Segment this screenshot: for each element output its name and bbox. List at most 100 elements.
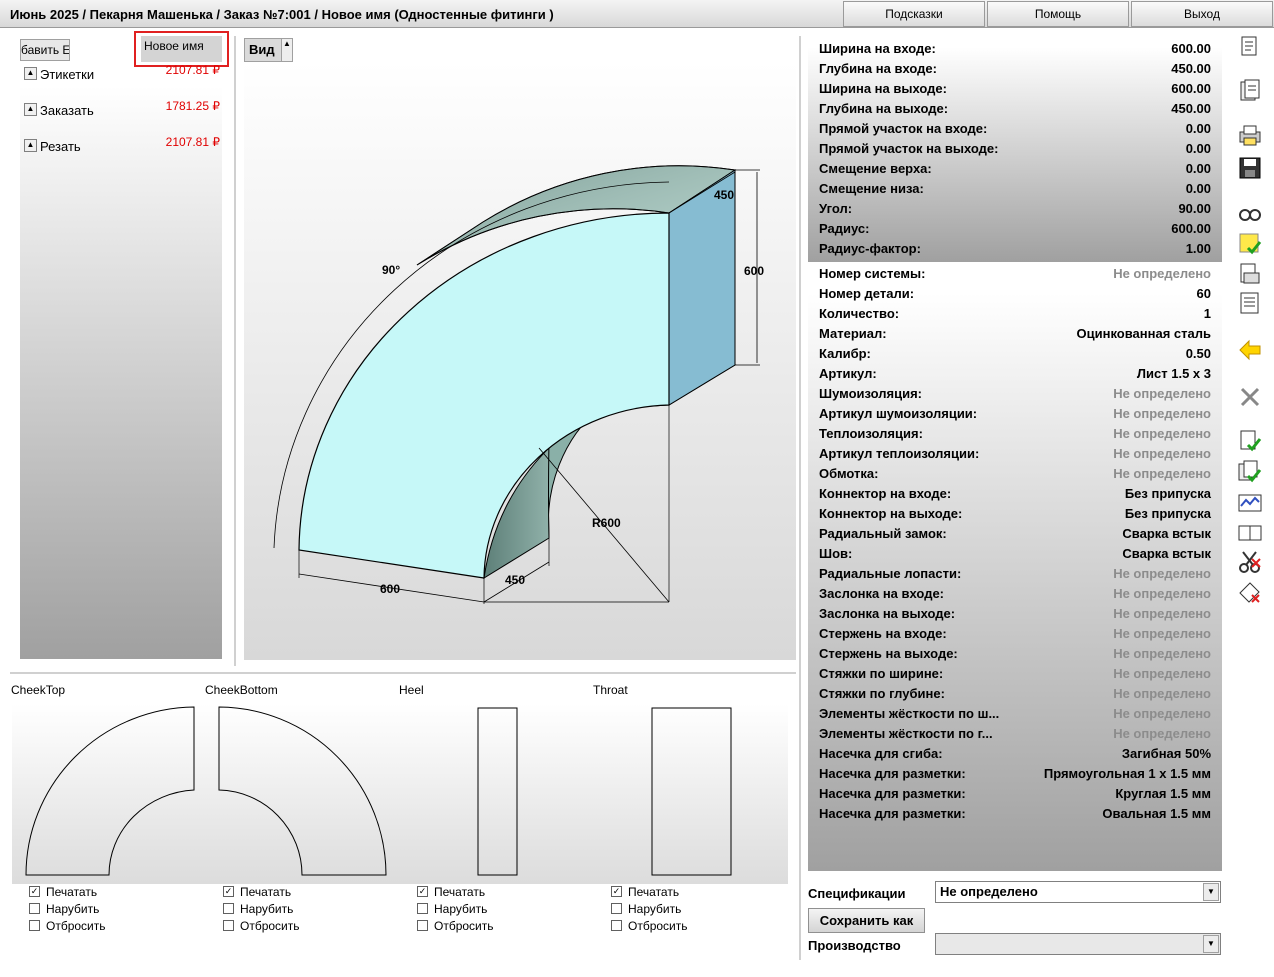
chart-icon[interactable] xyxy=(1236,490,1264,516)
checkbox-box[interactable] xyxy=(223,920,234,931)
expand-arrow-icon[interactable]: ▲ xyxy=(24,139,37,152)
property-value[interactable]: Не определено xyxy=(1113,466,1211,481)
property-value[interactable]: Сварка встык xyxy=(1122,546,1211,561)
checkbox-box[interactable] xyxy=(611,903,622,914)
checkbox-box[interactable] xyxy=(611,920,622,931)
property-value[interactable]: Круглая 1.5 мм xyxy=(1115,786,1211,801)
property-value[interactable]: 600.00 xyxy=(1171,221,1211,236)
property-value[interactable]: 0.00 xyxy=(1186,141,1211,156)
property-key: Стяжки по ширине: xyxy=(819,666,944,681)
eraser-icon[interactable] xyxy=(1236,579,1264,605)
property-value[interactable]: 0.00 xyxy=(1186,161,1211,176)
name-tab[interactable]: Новое имя xyxy=(141,36,222,62)
property-value[interactable]: 90.00 xyxy=(1178,201,1211,216)
pattern-divider[interactable] xyxy=(10,672,796,674)
checkbox-box[interactable]: ✓ xyxy=(611,886,622,897)
specs-dropdown[interactable]: Не определено ▼ xyxy=(935,881,1221,903)
property-value[interactable]: 1.00 xyxy=(1186,241,1211,256)
list-item-cut[interactable]: ▲ Резать 2107.81 ₽ xyxy=(24,135,222,154)
property-value[interactable]: Не определено xyxy=(1113,686,1211,701)
list-item-order[interactable]: ▲ Заказать 1781.25 ₽ xyxy=(24,99,222,118)
back-arrow-icon[interactable] xyxy=(1236,337,1264,363)
property-value[interactable]: Оцинкованная сталь xyxy=(1077,326,1211,341)
checkbox-box[interactable] xyxy=(417,920,428,931)
checkbox-box[interactable] xyxy=(223,903,234,914)
exit-button[interactable]: Выход xyxy=(1131,1,1273,27)
property-value[interactable]: Не определено xyxy=(1113,666,1211,681)
property-value[interactable]: 0.00 xyxy=(1186,181,1211,196)
property-value[interactable]: 0.00 xyxy=(1186,121,1211,136)
help-button[interactable]: Помощь xyxy=(987,1,1129,27)
property-value[interactable]: Без припуска xyxy=(1125,506,1211,521)
checkbox-box[interactable] xyxy=(417,903,428,914)
document-icon[interactable] xyxy=(1236,290,1264,316)
property-value[interactable]: 0.50 xyxy=(1186,346,1211,361)
view-scroll-icon[interactable]: ▲ xyxy=(281,39,292,61)
expand-arrow-icon[interactable]: ▲ xyxy=(24,103,37,116)
property-key: Артикул шумоизоляции: xyxy=(819,406,978,421)
checkbox-box[interactable]: ✓ xyxy=(223,886,234,897)
book-icon[interactable] xyxy=(1236,520,1264,546)
property-value[interactable]: 1 xyxy=(1204,306,1211,321)
panel-divider[interactable] xyxy=(234,36,236,666)
property-value[interactable]: Не определено xyxy=(1113,566,1211,581)
property-value[interactable]: Загибная 50% xyxy=(1122,746,1211,761)
property-row: Количество: 1 xyxy=(819,306,1211,326)
property-value[interactable]: Сварка встык xyxy=(1122,526,1211,541)
property-value[interactable]: 450.00 xyxy=(1171,61,1211,76)
checkbox-box[interactable] xyxy=(29,920,40,931)
print-preview-icon[interactable] xyxy=(1236,123,1264,149)
property-value[interactable]: 600.00 xyxy=(1171,41,1211,56)
property-value[interactable]: Не определено xyxy=(1113,646,1211,661)
property-value[interactable]: Не определено xyxy=(1113,266,1211,281)
property-value[interactable]: Не определено xyxy=(1113,586,1211,601)
doc-check-icon[interactable] xyxy=(1236,428,1264,454)
hints-button[interactable]: Подсказки xyxy=(843,1,985,27)
property-value[interactable]: Не определено xyxy=(1113,626,1211,641)
note-check-icon[interactable] xyxy=(1236,231,1264,257)
save-as-button[interactable]: Сохранить как xyxy=(808,908,925,933)
layout-icon[interactable] xyxy=(1236,261,1264,287)
property-value[interactable]: Не определено xyxy=(1113,726,1211,741)
chevron-down-icon[interactable]: ▼ xyxy=(1203,883,1219,901)
view-dropdown[interactable]: Вид ▲ xyxy=(244,38,293,62)
list-item-labels[interactable]: ▲ Этикетки 2107.81 ₽ xyxy=(24,63,222,82)
panel-divider-right[interactable] xyxy=(799,36,801,960)
checkbox-box[interactable] xyxy=(29,903,40,914)
close-x-icon[interactable] xyxy=(1236,383,1264,409)
property-key: Коннектор на выходе: xyxy=(819,506,963,521)
property-key: Насечка для сгиба: xyxy=(819,746,943,761)
property-value[interactable]: Без припуска xyxy=(1125,486,1211,501)
glasses-icon[interactable] xyxy=(1236,201,1264,227)
checkbox-label: Печатать xyxy=(628,885,680,899)
property-value[interactable]: 600.00 xyxy=(1171,81,1211,96)
report-icon[interactable] xyxy=(1236,34,1264,60)
property-row: Стяжки по ширине: Не определено xyxy=(819,666,1211,686)
report-list-icon[interactable] xyxy=(1236,78,1264,104)
chevron-down-icon[interactable]: ▼ xyxy=(1203,935,1219,953)
checkbox-box[interactable]: ✓ xyxy=(417,886,428,897)
property-value[interactable]: Не определено xyxy=(1113,406,1211,421)
property-value[interactable]: Не определено xyxy=(1113,606,1211,621)
property-value[interactable]: Не определено xyxy=(1113,706,1211,721)
property-value[interactable]: 60 xyxy=(1197,286,1211,301)
property-value[interactable]: Не определено xyxy=(1113,386,1211,401)
property-value[interactable]: 450.00 xyxy=(1171,101,1211,116)
expand-arrow-icon[interactable]: ▲ xyxy=(24,67,37,80)
checkbox-label: Печатать xyxy=(434,885,486,899)
pattern-label-throat: Throat xyxy=(593,683,628,697)
production-dropdown[interactable]: ▼ xyxy=(935,933,1221,955)
save-icon[interactable] xyxy=(1236,155,1264,181)
property-value[interactable]: Лист 1.5 x 3 xyxy=(1137,366,1211,381)
property-value[interactable]: Не определено xyxy=(1113,426,1211,441)
property-value[interactable]: Не определено xyxy=(1113,446,1211,461)
checkbox-box[interactable]: ✓ xyxy=(29,886,40,897)
flat-patterns-area xyxy=(12,704,788,884)
throat-pattern xyxy=(651,707,732,876)
scissors-icon[interactable] xyxy=(1236,549,1264,575)
property-key: Шов: xyxy=(819,546,853,561)
property-value[interactable]: Прямоугольная 1 x 1.5 мм xyxy=(1044,766,1211,781)
add-button[interactable]: бавить Е xyxy=(20,39,70,61)
docs-check-icon[interactable] xyxy=(1236,459,1264,485)
property-value[interactable]: Овальная 1.5 мм xyxy=(1102,806,1211,821)
